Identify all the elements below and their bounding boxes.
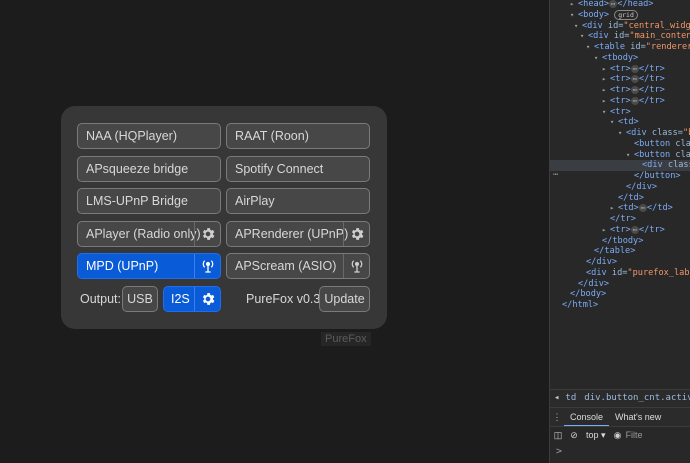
dom-node[interactable]: </div> [550,279,609,290]
dom-node[interactable]: </div> [550,257,617,268]
gear-icon [351,228,363,240]
renderer-button[interactable]: APsqueeze bridge [77,156,221,182]
output-label: Output: [80,292,121,306]
i2s-settings-button[interactable] [194,287,220,311]
renderer-button[interactable]: APlayer (Radio only) [77,221,221,247]
dom-node[interactable]: </body> [550,289,606,300]
dom-node[interactable]: ▾<div class="butt [550,128,690,139]
dom-node[interactable]: ▾ <tbody> [550,53,638,64]
elements-tree: ▸ <head> ⋯ </head> ▾ <body> grid ▾ <div id="cen… [550,0,690,389]
eye-icon[interactable]: ◉ [610,427,626,444]
dom-node[interactable]: ▾<table id="renderer_lis [550,42,690,53]
dom-node[interactable]: ▸ <td> ⋯ </td> [550,203,673,214]
i2s-button[interactable]: I2S [163,286,221,312]
dom-node[interactable]: ▾ <body> grid [550,9,638,21]
breadcrumb-item[interactable]: div.button_cnt.active [584,393,690,403]
dom-node[interactable]: </td> [550,193,644,204]
renderer-settings-button[interactable] [343,222,369,246]
dom-node[interactable]: ▸ <head> ⋯ </head> [550,0,653,10]
renderer-label: APRenderer (UPnP) [235,227,349,241]
dom-node[interactable]: </tbody> [550,236,643,247]
renderer-button[interactable]: AirPlay [226,188,370,214]
breadcrumb: ◂tddiv.button_cnt.activebutto [550,389,690,407]
renderer-button[interactable]: APRenderer (UPnP) [226,221,370,247]
devtools-panel: ▸ <head> ⋯ </head> ▾ <body> grid ▾ <div id="cen… [549,0,690,463]
dom-node[interactable]: ▾ <tr> [550,107,631,118]
dom-node[interactable]: ▸ <tr> ⋯ </tr> [550,74,665,85]
renderer-settings-button[interactable] [194,222,220,246]
usb-button[interactable]: USB [122,286,158,312]
purefox-label: PureFox [321,332,371,346]
gear-icon [202,293,214,305]
dom-node[interactable]: ▾<div id="central_widget"> [550,21,690,32]
dom-node[interactable]: ▸ <tr> ⋯ </tr> [550,96,665,107]
renderer-button[interactable]: RAAT (Roon) [226,123,370,149]
renderer-label: APsqueeze bridge [86,162,189,176]
filter-input[interactable]: Filte [626,430,643,440]
tab-console[interactable]: Console [564,409,610,427]
renderer-button[interactable]: NAA (HQPlayer) [77,123,221,149]
renderer-label: MPD (UPnP) [86,259,159,273]
renderer-label: LMS-UPnP Bridge [86,194,188,208]
breadcrumb-item[interactable]: td [565,393,584,403]
chevron-left-icon[interactable]: ◂ [550,393,565,403]
signal-icon [202,260,213,273]
context-selector[interactable]: top ▾ [582,427,610,444]
dom-node[interactable]: </html> [550,300,598,311]
version-label: PureFox v0.3b [246,292,328,306]
renderer-button[interactable]: APScream (ASIO) [226,253,370,279]
clear-console-icon[interactable]: ⊘ [566,427,582,444]
tab-whats-new[interactable]: What's new [609,408,667,426]
dom-node[interactable]: ▸ <tr> ⋯ </tr> [550,225,665,236]
dom-node[interactable]: </div> [550,182,657,193]
chevron-down-icon: ▾ [601,430,606,440]
renderer-label: NAA (HQPlayer) [86,129,177,143]
signal-icon [351,260,362,273]
dom-node[interactable]: ▸ <tr> ⋯ </tr> [550,64,665,75]
kebab-menu-icon[interactable]: ⋮ [550,408,564,426]
dom-node[interactable]: ▸ <tr> ⋯ </tr> [550,85,665,96]
update-button[interactable]: Update [319,286,370,312]
i2s-label: I2S [171,292,190,306]
renderer-label: RAAT (Roon) [235,129,309,143]
dom-node[interactable]: <div id="purefox_label"> [550,268,690,279]
sidebar-toggle-icon[interactable]: ◫ [550,427,566,444]
dom-node[interactable]: ▾<div id="main_content"> [550,31,690,42]
selected-node-menu[interactable]: ⋯ [553,170,558,180]
renderer-button[interactable]: MPD (UPnP) [77,253,221,279]
console-toolbar: ◫ ⊘ top ▾ ◉ Filte [550,426,690,444]
renderer-label: APlayer (Radio only) [86,227,201,241]
renderer-label: AirPlay [235,194,275,208]
dom-node[interactable]: <button class= [550,139,690,150]
renderer-button[interactable]: Spotify Connect [226,156,370,182]
dom-node[interactable]: </tr> [550,214,636,225]
dom-node[interactable]: ▾<button class= [550,150,690,161]
renderer-label: Spotify Connect [235,162,324,176]
gear-icon [202,228,214,240]
dom-node[interactable]: <div class=" [550,160,690,172]
dom-node[interactable]: </button> [550,171,681,182]
renderer-button[interactable]: LMS-UPnP Bridge [77,188,221,214]
dom-node[interactable]: ▾ <td> [550,117,639,128]
renderer-label: APScream (ASIO) [235,259,337,273]
drawer-tabs: ⋮ Console What's new [550,407,690,427]
console-prompt[interactable]: > [556,446,562,457]
renderer-status-button[interactable] [194,254,220,278]
dom-node[interactable]: </table> [550,246,635,257]
app-viewport: NAA (HQPlayer) RAAT (Roon) APsqueeze bridg… [0,0,549,463]
context-label: top [586,430,599,440]
renderer-status-button[interactable] [343,254,369,278]
